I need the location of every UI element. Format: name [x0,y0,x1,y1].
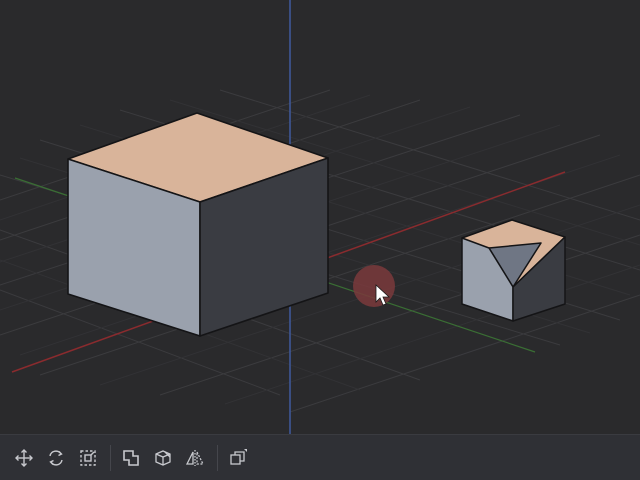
mirror-icon [185,449,205,466]
mirror-tool-button[interactable] [181,444,209,472]
3d-viewport[interactable] [0,0,640,434]
boolean-union-tool-button[interactable] [117,444,145,472]
rotate-icon [49,449,63,466]
viewport-scene [0,0,640,434]
move-icon [15,448,33,467]
small-beveled-cube[interactable] [461,219,566,322]
toolbar-separator [110,444,111,471]
bevel-cube-icon [155,449,171,466]
duplicate-icon [230,448,247,465]
duplicate-tool-button[interactable] [224,444,252,472]
scale-icon [80,449,96,466]
boolean-union-icon [123,449,139,466]
bevel-tool-button[interactable] [149,444,177,472]
cursor-highlight [353,265,395,307]
large-cube[interactable] [67,112,329,337]
rotate-tool-button[interactable] [42,444,70,472]
toolbar-separator [217,444,218,471]
tool-bar [0,434,640,480]
scale-tool-button[interactable] [74,444,102,472]
move-tool-button[interactable] [10,444,38,472]
